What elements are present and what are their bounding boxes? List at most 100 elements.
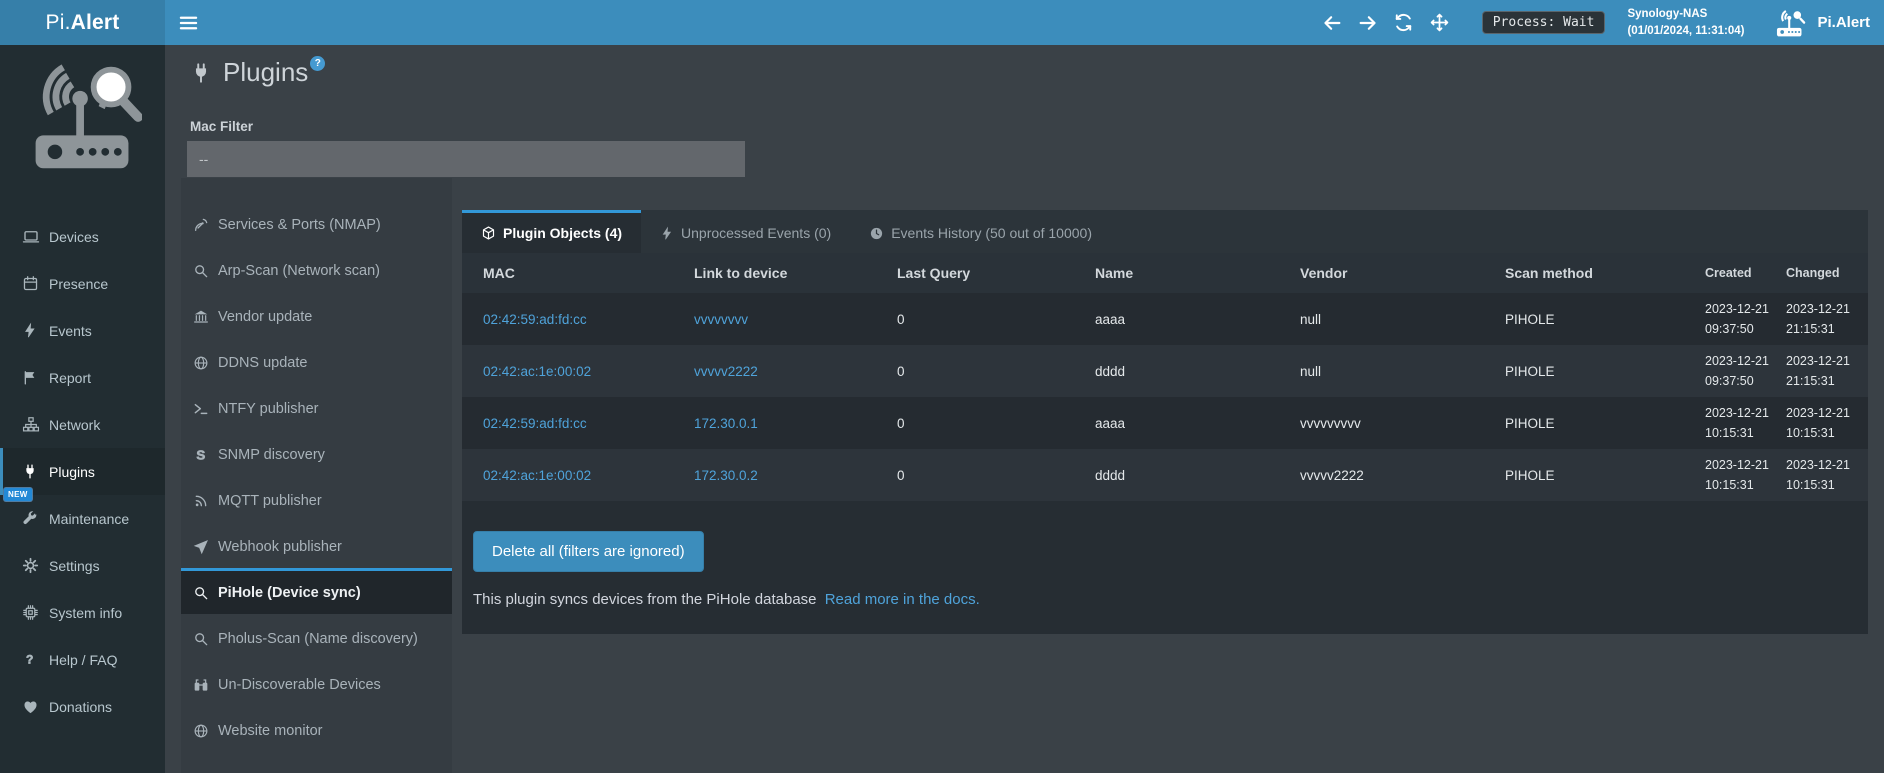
tab-label: Unprocessed Events (0): [681, 225, 831, 241]
calendar-icon: [22, 275, 49, 292]
mac-link[interactable]: 02:42:59:ad:fd:cc: [483, 312, 587, 327]
table-row: 02:42:59:ad:fd:cc vvvvvvvv 0 aaaa null P…: [462, 293, 1868, 345]
col-header-created: Created: [1691, 253, 1772, 293]
device-link[interactable]: vvvvv2222: [694, 364, 758, 379]
device-link[interactable]: vvvvvvvv: [694, 312, 748, 327]
plug-icon: [22, 463, 49, 480]
wrench-icon: [22, 510, 49, 527]
plugin-objects-table: MAC Link to device Last Query Name Vendo…: [462, 253, 1868, 501]
plugin-item-website-monitor[interactable]: Website monitor: [181, 706, 452, 752]
plugin-item-arp-scan[interactable]: Arp-Scan (Network scan): [181, 246, 452, 292]
sidebar-item-label: Network: [49, 417, 100, 433]
main-content: Plugins ? Mac Filter Services & Ports (N…: [165, 45, 1884, 773]
hamburger-menu-icon[interactable]: [165, 0, 211, 45]
plugin-item-vendor-update[interactable]: Vendor update: [181, 292, 452, 338]
vendor-cell: null: [1279, 345, 1484, 397]
delete-all-button[interactable]: Delete all (filters are ignored): [473, 531, 704, 572]
sidebar-item-label: Devices: [49, 229, 99, 245]
mac-link[interactable]: 02:42:ac:1e:00:02: [483, 468, 591, 483]
created-cell: 2023-12-2109:37:50: [1691, 293, 1772, 345]
help-badge[interactable]: ?: [310, 56, 325, 71]
changed-cell: 2023-12-2121:15:31: [1772, 293, 1868, 345]
plugin-item-pholus-scan[interactable]: Pholus-Scan (Name discovery): [181, 614, 452, 660]
scan-method-cell: PIHOLE: [1484, 345, 1691, 397]
plugin-item-ddns-update[interactable]: DDNS update: [181, 338, 452, 384]
plugin-item-webhook-publisher[interactable]: Webhook publisher: [181, 522, 452, 568]
refresh-icon[interactable]: [1386, 0, 1422, 45]
vendor-cell: vvvvvvvvv: [1279, 397, 1484, 449]
mac-link[interactable]: 02:42:ac:1e:00:02: [483, 364, 591, 379]
cube-icon: [481, 225, 496, 241]
sidebar-item-report[interactable]: Report: [0, 354, 165, 401]
plugin-item-ntfy-publisher[interactable]: NTFY publisher: [181, 384, 452, 430]
changed-cell: 2023-12-2110:15:31: [1772, 397, 1868, 449]
created-cell: 2023-12-2110:15:31: [1691, 397, 1772, 449]
vendor-cell: null: [1279, 293, 1484, 345]
mac-filter-label: Mac Filter: [190, 119, 253, 134]
plugin-item-label: Un-Discoverable Devices: [218, 677, 381, 693]
heart-icon: [22, 699, 49, 715]
tab-unprocessed-events[interactable]: Unprocessed Events (0): [641, 210, 850, 253]
forward-icon[interactable]: [1350, 0, 1386, 45]
gear-icon: [22, 557, 49, 574]
name-cell: dddd: [1074, 345, 1279, 397]
host-name: Synology-NAS: [1627, 6, 1744, 22]
new-badge: NEW: [4, 488, 32, 501]
back-icon[interactable]: [1314, 0, 1350, 45]
sidebar-item-presence[interactable]: Presence: [0, 260, 165, 307]
sidebar-item-system-info[interactable]: System info: [0, 589, 165, 636]
app-logo[interactable]: Pi.Alert: [0, 0, 165, 45]
plugin-item-label: Webhook publisher: [218, 539, 342, 555]
plugin-item-undiscoverable-devices[interactable]: Un-Discoverable Devices: [181, 660, 452, 706]
plug-icon: [190, 61, 212, 90]
plugin-item-pihole-device-sync[interactable]: PiHole (Device sync): [181, 568, 452, 614]
created-cell: 2023-12-2109:37:50: [1691, 345, 1772, 397]
brand-bold: Alert: [71, 11, 120, 35]
mac-link[interactable]: 02:42:59:ad:fd:cc: [483, 416, 587, 431]
tab-events-history[interactable]: Events History (50 out of 10000): [850, 210, 1111, 253]
plugin-item-snmp-discovery[interactable]: S SNMP discovery: [181, 430, 452, 476]
move-icon[interactable]: [1422, 0, 1458, 45]
last-query-cell: 0: [876, 293, 1074, 345]
col-header-name: Name: [1074, 253, 1279, 293]
plugin-item-label: Services & Ports (NMAP): [218, 217, 381, 233]
page-header: Plugins ?: [190, 55, 325, 90]
table-header-row: MAC Link to device Last Query Name Vendo…: [462, 253, 1868, 293]
bank-icon: [193, 309, 218, 325]
last-query-cell: 0: [876, 397, 1074, 449]
device-link[interactable]: 172.30.0.2: [694, 468, 758, 483]
sidebar-item-maintenance[interactable]: NEW Maintenance: [0, 495, 165, 542]
sidebar-item-help-faq[interactable]: ? Help / FAQ: [0, 636, 165, 683]
sidebar-item-donations[interactable]: Donations: [0, 683, 165, 730]
sidebar-item-label: Donations: [49, 699, 112, 715]
plugin-item-services-ports-nmap[interactable]: Services & Ports (NMAP): [181, 200, 452, 246]
sidebar-item-label: Presence: [49, 276, 108, 292]
search-icon: [193, 263, 218, 279]
sidebar-item-network[interactable]: Network: [0, 401, 165, 448]
topbar-right-cluster: Process: Wait Synology-NAS (01/01/2024, …: [1314, 0, 1884, 45]
plugin-item-label: DDNS update: [218, 355, 307, 371]
docs-link[interactable]: Read more in the docs.: [825, 591, 980, 608]
sidebar-item-label: System info: [49, 605, 122, 621]
device-link[interactable]: 172.30.0.1: [694, 416, 758, 431]
sidebar-item-settings[interactable]: Settings: [0, 542, 165, 589]
sidebar-item-devices[interactable]: Devices: [0, 213, 165, 260]
sidebar-item-label: Settings: [49, 558, 100, 574]
plugin-item-mqtt-publisher[interactable]: MQTT publisher: [181, 476, 452, 522]
topbar-brand-label: Pi.Alert: [1817, 14, 1870, 31]
clock-icon: [869, 226, 884, 241]
table-row: 02:42:ac:1e:00:02 vvvvv2222 0 dddd null …: [462, 345, 1868, 397]
svg-text:?: ?: [26, 653, 33, 667]
tab-label: Plugin Objects (4): [503, 225, 622, 241]
sidebar-item-label: Help / FAQ: [49, 652, 117, 668]
host-datetime: (01/01/2024, 11:31:04): [1627, 23, 1744, 39]
plugin-item-label: MQTT publisher: [218, 493, 322, 509]
sidebar-item-events[interactable]: Events: [0, 307, 165, 354]
brand-prefix: Pi.: [46, 11, 71, 35]
name-cell: aaaa: [1074, 397, 1279, 449]
sitemap-icon: [22, 416, 49, 433]
mac-filter-input[interactable]: [187, 141, 745, 177]
tab-plugin-objects[interactable]: Plugin Objects (4): [462, 210, 641, 253]
plugin-description-text: This plugin syncs devices from the PiHol…: [473, 591, 817, 608]
plugin-list: Services & Ports (NMAP) Arp-Scan (Networ…: [181, 178, 452, 773]
